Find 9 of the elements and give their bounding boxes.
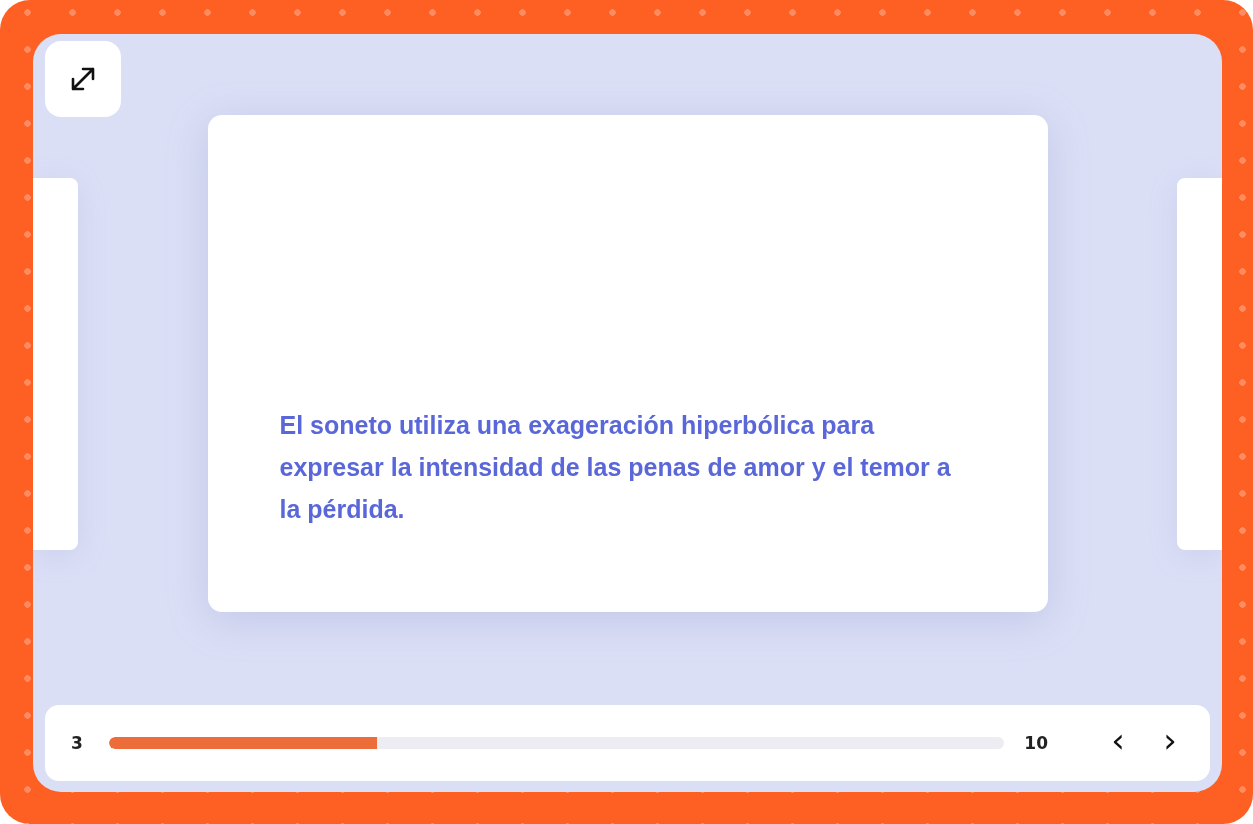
expand-button[interactable] xyxy=(45,41,121,117)
card-text: El soneto utiliza una exageración hiperbólica para expresar la intensidad de las penas de amor y el temor a la pérdida. xyxy=(279,410,952,525)
current-card-number: 3 xyxy=(71,733,83,753)
previous-card[interactable] xyxy=(33,177,78,550)
next-button[interactable]: › xyxy=(1152,723,1188,763)
flashcard[interactable]: El soneto utiliza una exageración hiperbólica para expresar la intensidad de las penas de amor y el temor a la pérdida. xyxy=(207,115,1048,612)
next-card[interactable] xyxy=(1177,177,1222,550)
total-card-count: 10 xyxy=(1024,733,1048,753)
previous-button[interactable]: ‹ xyxy=(1100,723,1136,763)
